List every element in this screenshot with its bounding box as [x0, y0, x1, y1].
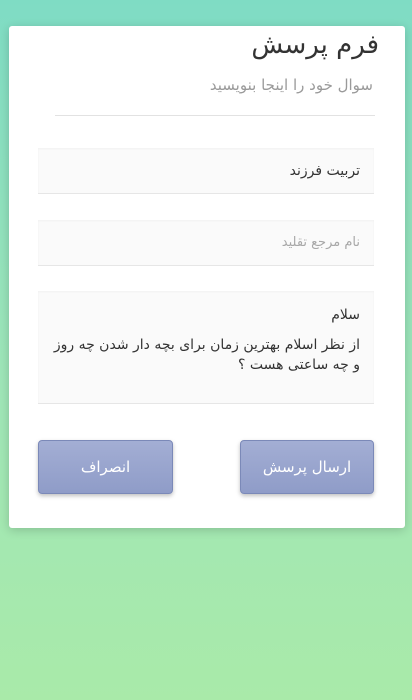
subject-field-value: تربیت فرزند	[289, 162, 360, 179]
form-subtitle: سوال خود را اینجا بنویسید	[209, 76, 373, 94]
reference-authority-field[interactable]: نام مرجع تقلید	[38, 220, 374, 266]
form-title: فرم پرسش	[251, 30, 379, 60]
watermark: SOFTGOZAR.COM اولین دانشنامه نرم افزار ا…	[12, 36, 225, 74]
watermark-subtitle: اولین دانشنامه نرم افزار ایران	[12, 60, 164, 74]
question-body: از نظر اسلام بهترین زمان برای بچه دار شد…	[53, 337, 360, 373]
subject-field[interactable]: تربیت فرزند	[38, 148, 374, 194]
question-form-card: فرم پرسش سوال خود را اینجا بنویسید تربیت…	[9, 26, 405, 528]
cancel-button[interactable]: انصراف	[38, 440, 173, 494]
divider	[55, 115, 375, 116]
send-question-button[interactable]: ارسال پرسش	[240, 440, 374, 494]
question-greeting: سلام	[331, 307, 360, 323]
watermark-title: SOFTGOZAR.COM	[12, 36, 226, 60]
question-textarea[interactable]: سلام از نظر اسلام بهترین زمان برای بچه د…	[38, 291, 374, 404]
reference-authority-placeholder: نام مرجع تقلید	[281, 235, 360, 250]
send-question-label: ارسال پرسش	[262, 458, 352, 476]
cancel-label: انصراف	[80, 458, 131, 476]
